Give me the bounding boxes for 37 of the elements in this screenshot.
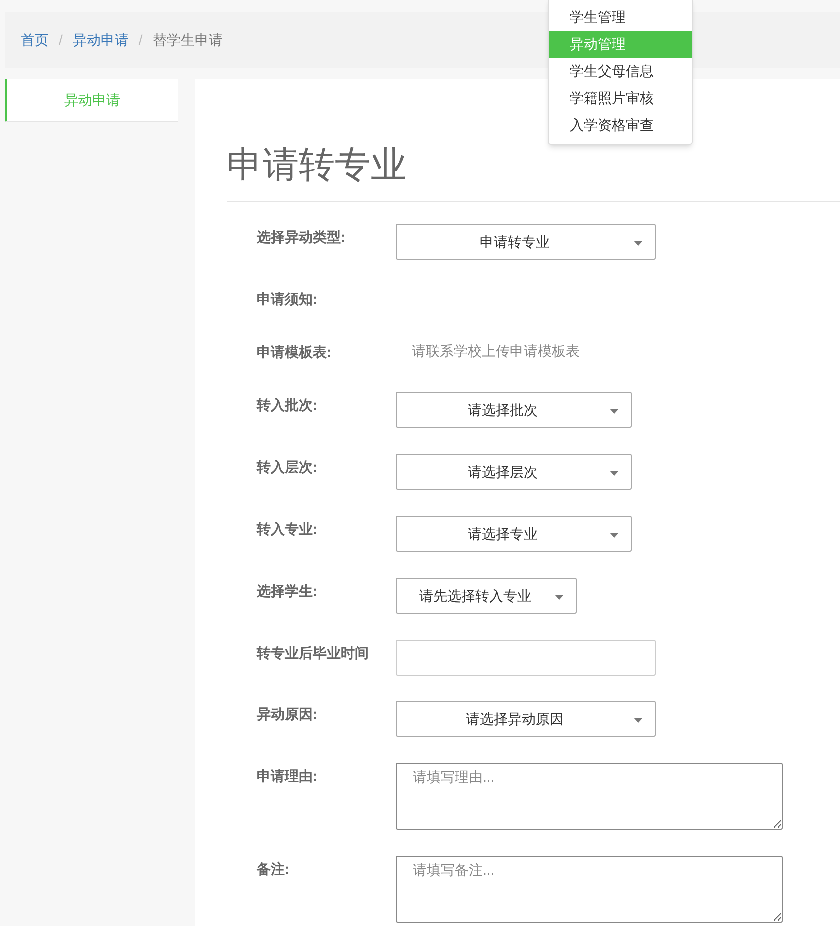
menu-item[interactable]: 学生父母信息 — [549, 58, 692, 85]
breadcrumb-link[interactable]: 异动申请 — [72, 30, 129, 50]
breadcrumb-current: 替学生申请 — [152, 30, 223, 50]
field-label: 申请模板表: — [256, 343, 333, 362]
field-label: 异动原因: — [256, 705, 319, 724]
template-text: 请联系学校上传申请模板表 — [411, 342, 580, 361]
textarea-field[interactable]: 请填写理由... — [396, 763, 783, 830]
field-label: 转专业后毕业时间 — [256, 644, 370, 663]
menu-item[interactable]: 入学资格审查 — [549, 112, 692, 139]
caret-icon — [634, 241, 643, 246]
breadcrumb-link[interactable]: 首页 — [21, 30, 49, 50]
select-field[interactable]: 请选择专业 — [396, 516, 632, 552]
select-field[interactable]: 请选择异动原因 — [396, 701, 656, 737]
select-field[interactable]: 请选择层次 — [396, 454, 632, 490]
field-label: 转入层次: — [256, 458, 319, 477]
caret-icon — [555, 595, 564, 600]
page-title: 申请转专业 — [227, 143, 408, 187]
breadcrumb-separator: / — [59, 30, 63, 50]
field-label: 选择异动类型: — [256, 228, 347, 247]
menu-item[interactable]: 学生管理 — [549, 4, 692, 31]
field-label: 申请须知: — [256, 290, 319, 309]
caret-icon — [634, 718, 643, 723]
caret-icon — [610, 409, 619, 414]
caret-icon — [610, 471, 619, 476]
select-field[interactable]: 请先选择转入专业 — [396, 578, 577, 614]
field-label: 转入专业: — [256, 520, 319, 539]
input-field[interactable] — [396, 640, 656, 676]
select-field[interactable]: 申请转专业 — [396, 224, 656, 260]
breadcrumb-separator: / — [138, 30, 143, 50]
caret-icon — [610, 533, 619, 538]
field-label: 备注: — [256, 860, 291, 879]
select-field[interactable]: 请选择批次 — [396, 392, 632, 428]
field-label: 申请理由: — [256, 767, 319, 786]
field-label: 转入批次: — [256, 396, 319, 415]
textarea-field[interactable]: 请填写备注... — [396, 856, 783, 923]
menu-item[interactable]: 学籍照片审核 — [549, 85, 692, 112]
field-label: 选择学生: — [256, 582, 319, 601]
